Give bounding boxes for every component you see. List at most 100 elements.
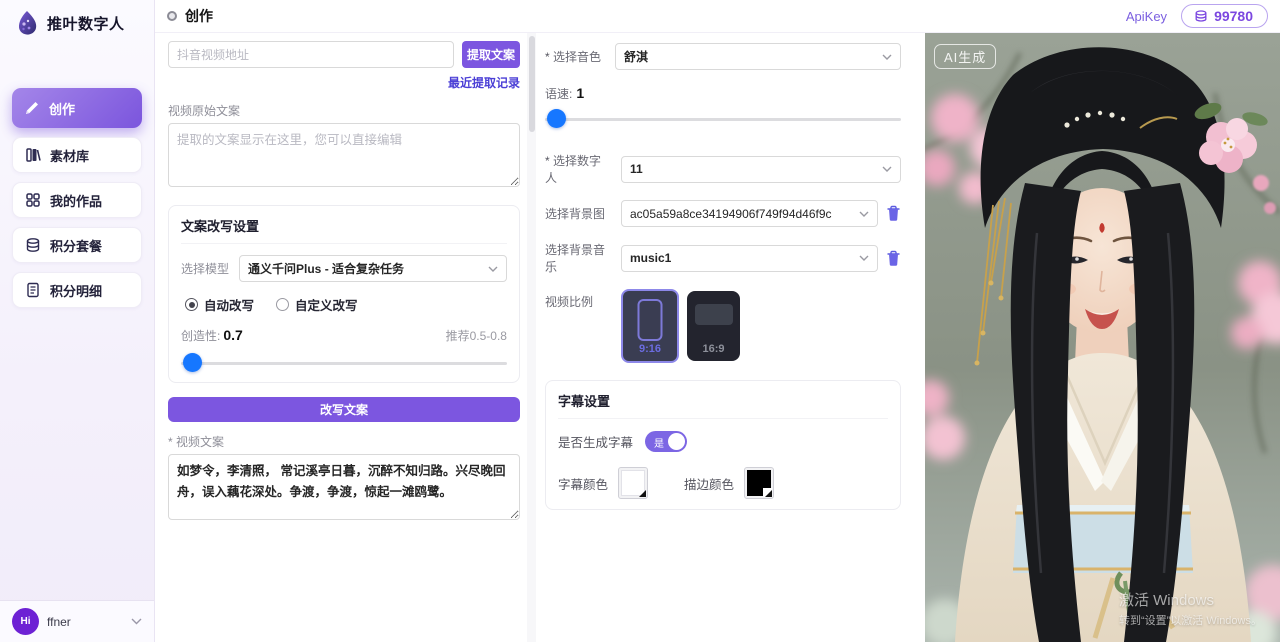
ratio-tiles: 9:16 16:9 [621, 289, 740, 363]
sidebar-item-points-package[interactable]: 积分套餐 [12, 227, 142, 263]
video-script-textarea[interactable]: 如梦令，李清照， 常记溪亭日暮，沉醉不知归路。兴尽晚回舟，误入藕花深处。争渡，争… [168, 454, 520, 520]
original-script-textarea[interactable] [168, 123, 520, 187]
document-icon [25, 282, 41, 298]
preview-image: AI生成 激活 Windows 转到“设置”以激活 Windows。 [925, 33, 1280, 642]
credits-badge[interactable]: 99780 [1181, 4, 1268, 28]
stroke-color-label: 描边颜色 [684, 474, 734, 493]
sidebar-item-points-detail[interactable]: 积分明细 [12, 272, 142, 308]
recent-extract-link[interactable]: 最近提取记录 [168, 74, 520, 91]
coins-icon [25, 237, 41, 253]
radio-custom-rewrite[interactable]: 自定义改写 [276, 295, 358, 314]
page-dot-icon [167, 11, 177, 21]
leaf-logo-icon [14, 10, 40, 36]
original-script-label: 视频原始文案 [168, 102, 520, 119]
chevron-down-icon [882, 166, 892, 172]
sidebar-menu: 创作 素材库 我的作品 [0, 44, 154, 308]
windows-activation-watermark: 激活 Windows 转到“设置”以激活 Windows。 [1119, 589, 1262, 628]
video-script-label: * 视频文案 [168, 433, 520, 450]
user-bar[interactable]: Hi ffner [0, 600, 154, 642]
video-ratio-row: 视频比例 9:16 16:9 [545, 289, 901, 363]
apikey-link[interactable]: ApiKey [1126, 9, 1167, 24]
background-music-row: 选择背景音乐 music1 [545, 241, 901, 275]
extract-script-button[interactable]: 提取文案 [462, 41, 520, 68]
sidebar-item-label: 积分明细 [50, 281, 102, 300]
chevron-down-icon [882, 54, 892, 60]
subtitle-color-picker[interactable] [618, 467, 648, 499]
voice-select[interactable]: 舒淇 [615, 43, 901, 70]
speed-slider[interactable] [545, 110, 901, 128]
sidebar-item-materials[interactable]: 素材库 [12, 137, 142, 173]
digital-human-select[interactable]: 11 [621, 156, 901, 183]
subtitle-toggle[interactable]: 是 [645, 431, 687, 452]
radio-dot-icon [276, 298, 289, 311]
voice-label: 选择音色 [545, 48, 607, 65]
sidebar-item-label: 素材库 [50, 146, 89, 165]
extract-row: 提取文案 [168, 41, 520, 68]
topbar-right: ApiKey 99780 [1126, 4, 1268, 28]
background-image-label: 选择背景图 [545, 205, 613, 222]
chevron-down-icon [859, 211, 869, 217]
credits-value: 99780 [1214, 8, 1253, 24]
landscape-frame-icon [695, 304, 733, 325]
rewrite-script-button[interactable]: 改写文案 [168, 397, 520, 422]
background-music-select[interactable]: music1 [621, 245, 878, 272]
radio-custom-label: 自定义改写 [295, 295, 358, 314]
subtitle-toggle-label: 是否生成字幕 [558, 432, 633, 451]
chevron-down-icon[interactable] [131, 618, 142, 625]
color-picker-arrow-icon [639, 490, 646, 497]
form-left-column: 提取文案 最近提取记录 视频原始文案 文案改写设置 选择模型 通义千问Plus … [160, 33, 526, 642]
rewrite-panel-title: 文案改写设置 [181, 216, 507, 244]
subtitle-panel-title: 字幕设置 [558, 391, 888, 419]
sidebar-item-my-works[interactable]: 我的作品 [12, 182, 142, 218]
color-picker-arrow-icon [765, 490, 772, 497]
model-select-value: 通义千问Plus - 适合复杂任务 [248, 260, 488, 277]
rewrite-mode-radios: 自动改写 自定义改写 [181, 295, 507, 314]
background-music-label: 选择背景音乐 [545, 241, 613, 275]
ratio-169-tile[interactable]: 16:9 [687, 291, 740, 361]
sidebar-item-label: 积分套餐 [50, 236, 102, 255]
douyin-url-input[interactable] [168, 41, 454, 68]
ratio-916-tile[interactable]: 9:16 [621, 289, 679, 363]
background-image-select[interactable]: ac05a59a8ce34194906f749f94d46f9c [621, 200, 878, 227]
slider-track[interactable] [181, 362, 507, 365]
library-icon [25, 147, 41, 163]
sidebar-item-label: 我的作品 [50, 191, 102, 210]
app-root: 推叶数字人 创作 素材库 [0, 0, 1280, 642]
brand-name: 推叶数字人 [47, 13, 125, 34]
ai-generated-badge: AI生成 [934, 44, 996, 69]
subtitle-toggle-value: 是 [654, 435, 664, 450]
subtitle-settings-panel: 字幕设置 是否生成字幕 是 字幕颜色 描边颜色 [545, 380, 901, 510]
delete-background-icon[interactable] [886, 205, 901, 222]
model-label: 选择模型 [181, 260, 229, 277]
stroke-color-picker[interactable] [744, 467, 774, 499]
slider-track[interactable] [545, 118, 901, 121]
ratio-916-label: 9:16 [639, 343, 661, 355]
user-name: ffner [47, 615, 123, 629]
background-music-value: music1 [630, 251, 859, 265]
ratio-169-label: 16:9 [702, 343, 724, 355]
digital-human-row: 选择数字人 11 [545, 152, 901, 186]
chevron-down-icon [859, 255, 869, 261]
radio-auto-rewrite[interactable]: 自动改写 [185, 295, 254, 314]
watermark-line2: 转到“设置”以激活 Windows。 [1119, 612, 1262, 628]
left-column-scrollbar[interactable] [527, 33, 536, 642]
model-select[interactable]: 通义千问Plus - 适合复杂任务 [239, 255, 507, 282]
speed-value: 1 [576, 85, 584, 101]
form-right-column: 选择音色 舒淇 语速:1 选择数字人 11 选择背景图 [545, 33, 901, 642]
page-title: 创作 [185, 6, 213, 26]
slider-thumb[interactable] [183, 353, 202, 372]
subtitle-toggle-row: 是否生成字幕 是 [558, 431, 888, 452]
voice-row: 选择音色 舒淇 [545, 43, 901, 70]
slider-thumb[interactable] [547, 109, 566, 128]
creativity-hint: 推荐0.5-0.8 [446, 327, 507, 344]
chevron-down-icon [488, 266, 498, 272]
brand: 推叶数字人 [0, 0, 154, 44]
sidebar-item-create[interactable]: 创作 [12, 88, 142, 128]
radio-dot-icon [185, 298, 198, 311]
scrollbar-thumb[interactable] [529, 36, 535, 132]
toggle-knob [668, 433, 685, 450]
digital-human-select-value: 11 [630, 162, 882, 176]
avatar: Hi [12, 608, 39, 635]
creativity-slider[interactable] [181, 354, 507, 372]
delete-music-icon[interactable] [886, 250, 901, 267]
